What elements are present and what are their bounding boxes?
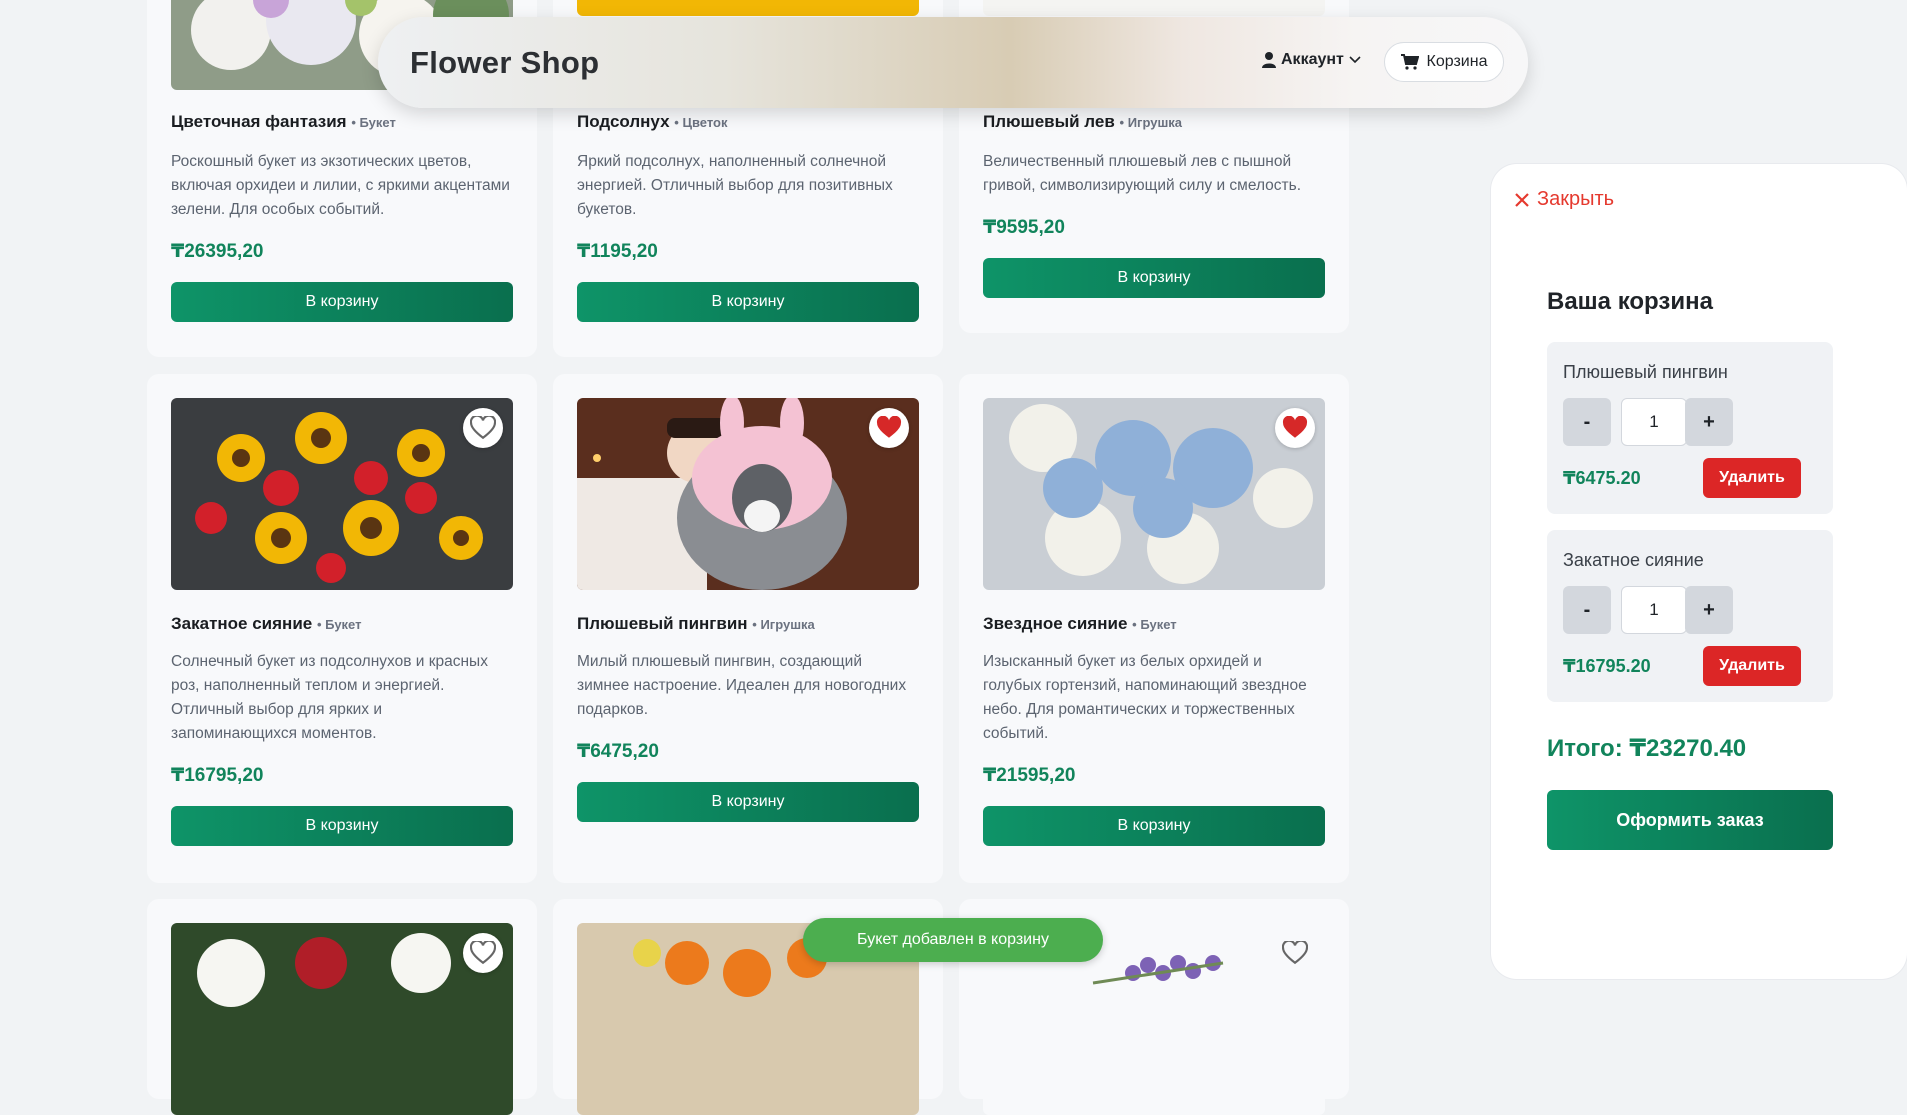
product-title: Плюшевый пингвин • Игрушка [577, 614, 815, 633]
product-description: Яркий подсолнух, наполненный солнечной э… [577, 153, 893, 218]
product-image [577, 398, 919, 590]
quantity-increase-button[interactable]: + [1685, 586, 1733, 634]
quantity-increase-button[interactable]: + [1685, 398, 1733, 446]
favorite-button[interactable] [463, 408, 503, 448]
cart-item: Плюшевый пингвин - 1 + ₸6475.20 Удалить [1547, 342, 1833, 514]
product-title: Подсолнух • Цветок [577, 112, 728, 131]
account-menu[interactable]: Аккаунт [1262, 51, 1361, 69]
product-card: Плюшевый пингвин • Игрушка Милый плюшевы… [553, 374, 943, 883]
cart-button[interactable]: Корзина [1384, 42, 1504, 82]
remove-item-button[interactable]: Удалить [1703, 646, 1801, 686]
cart-item-name: Плюшевый пингвин [1563, 362, 1728, 382]
remove-item-button[interactable]: Удалить [1703, 458, 1801, 498]
add-to-cart-button[interactable]: В корзину [577, 782, 919, 822]
cart-total: Итого: ₸23270.40 [1547, 735, 1747, 762]
product-image [171, 923, 513, 1115]
add-to-cart-button[interactable]: В корзину [983, 806, 1325, 846]
product-image [577, 0, 919, 16]
cart-item: Закатное сияние - 1 + ₸16795.20 Удалить [1547, 530, 1833, 702]
product-price: ₸1195,20 [577, 241, 658, 262]
cart-item-name: Закатное сияние [1563, 550, 1704, 570]
product-title: Звездное сияние • Букет [983, 614, 1177, 633]
product-image [983, 398, 1325, 590]
add-to-cart-button[interactable]: В корзину [577, 282, 919, 322]
product-price: ₸21595,20 [983, 765, 1076, 786]
heart-outline-icon [470, 416, 496, 440]
cart-panel: Закрыть Ваша корзина Плюшевый пингвин - … [1491, 164, 1907, 979]
quantity-decrease-button[interactable]: - [1563, 586, 1611, 634]
cart-heading: Ваша корзина [1547, 288, 1713, 315]
add-to-cart-button[interactable]: В корзину [171, 282, 513, 322]
heart-filled-icon [1282, 416, 1308, 438]
close-icon [1515, 192, 1529, 207]
account-label: Аккаунт [1281, 51, 1344, 68]
user-icon [1262, 52, 1276, 68]
product-image [983, 0, 1325, 16]
site-header: Flower Shop Аккаунт Корзина [378, 17, 1528, 108]
product-price: ₸16795,20 [171, 765, 264, 786]
toast-notification: Букет добавлен в корзину [803, 918, 1103, 962]
quantity-input[interactable]: 1 [1621, 586, 1687, 634]
product-title: Плюшевый лев • Игрушка [983, 112, 1183, 131]
favorite-button[interactable] [1275, 408, 1315, 448]
product-card: Закатное сияние • Букет Солнечный букет … [147, 374, 537, 883]
add-to-cart-button[interactable]: В корзину [983, 258, 1325, 298]
product-description: Изысканный букет из белых орхидей и голу… [983, 653, 1307, 742]
product-description: Солнечный букет из подсолнухов и красных… [171, 653, 488, 742]
favorite-button[interactable] [1275, 933, 1315, 973]
product-description: Милый плюшевый пингвин, создающий зимнее… [577, 653, 907, 718]
site-logo[interactable]: Flower Shop [410, 45, 599, 81]
checkout-button[interactable]: Оформить заказ [1547, 790, 1833, 850]
product-card: Звездное сияние • Букет Изысканный букет… [959, 374, 1349, 883]
chevron-down-icon [1349, 56, 1361, 64]
close-label: Закрыть [1537, 188, 1615, 210]
favorite-button[interactable] [463, 933, 503, 973]
product-card [147, 899, 537, 1115]
product-price: ₸6475,20 [577, 741, 659, 762]
cart-item-price: ₸6475.20 [1563, 468, 1641, 488]
cart-button-label: Корзина [1426, 53, 1488, 70]
heart-outline-icon [470, 941, 496, 965]
product-title: Закатное сияние • Букет [171, 614, 362, 633]
favorite-button[interactable] [869, 408, 909, 448]
cart-icon [1400, 54, 1419, 70]
quantity-input[interactable]: 1 [1621, 398, 1687, 446]
product-price: ₸9595,20 [983, 217, 1065, 238]
cart-item-price: ₸16795.20 [1563, 656, 1651, 676]
heart-outline-icon [1282, 941, 1308, 965]
heart-filled-icon [876, 416, 902, 438]
product-description: Величественный плюшевый лев с пышной гри… [983, 153, 1302, 194]
product-image [171, 398, 513, 590]
product-price: ₸26395,20 [171, 241, 264, 262]
add-to-cart-button[interactable]: В корзину [171, 806, 513, 846]
quantity-decrease-button[interactable]: - [1563, 398, 1611, 446]
close-cart-button[interactable]: Закрыть [1515, 188, 1614, 211]
product-title: Цветочная фантазия • Букет [171, 112, 396, 131]
product-description: Роскошный букет из экзотических цветов, … [171, 153, 510, 218]
